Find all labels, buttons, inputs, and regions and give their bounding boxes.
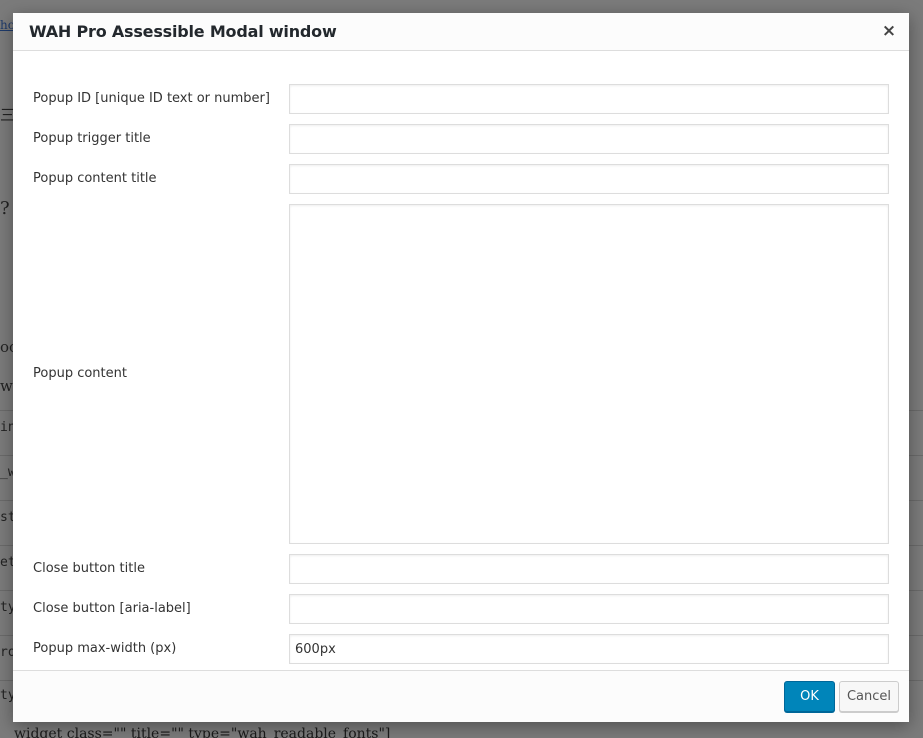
cancel-button[interactable]: Cancel [839,681,899,712]
close-title-label: Close button title [33,561,145,576]
close-icon[interactable]: × [877,19,901,43]
popup-id-label: Popup ID [unique ID text or number] [33,91,270,106]
modal-header: WAH Pro Assessible Modal window × [13,13,909,51]
modal-title: WAH Pro Assessible Modal window [29,22,337,41]
close-aria-label: Close button [aria-label] [33,601,191,616]
ok-button[interactable]: OK [784,681,835,712]
content-textarea[interactable] [289,204,889,544]
close-aria-input[interactable] [289,594,889,624]
content-title-input[interactable] [289,164,889,194]
bg-fragment: ? [0,198,10,219]
max-width-label: Popup max-width (px) [33,641,177,656]
content-title-label: Popup content title [33,171,157,186]
close-title-input[interactable] [289,554,889,584]
modal-dialog: WAH Pro Assessible Modal window × Popup … [13,13,909,722]
trigger-title-input[interactable] [289,124,889,154]
trigger-title-label: Popup trigger title [33,131,151,146]
content-label: Popup content [33,366,127,381]
bg-shortcode-text: widget class="" title="" type="wah_reada… [14,726,391,738]
popup-id-input[interactable] [289,84,889,114]
max-width-input[interactable] [289,634,889,664]
modal-body: Popup ID [unique ID text or number] Popu… [13,52,909,670]
modal-footer: OK Cancel [13,670,909,722]
